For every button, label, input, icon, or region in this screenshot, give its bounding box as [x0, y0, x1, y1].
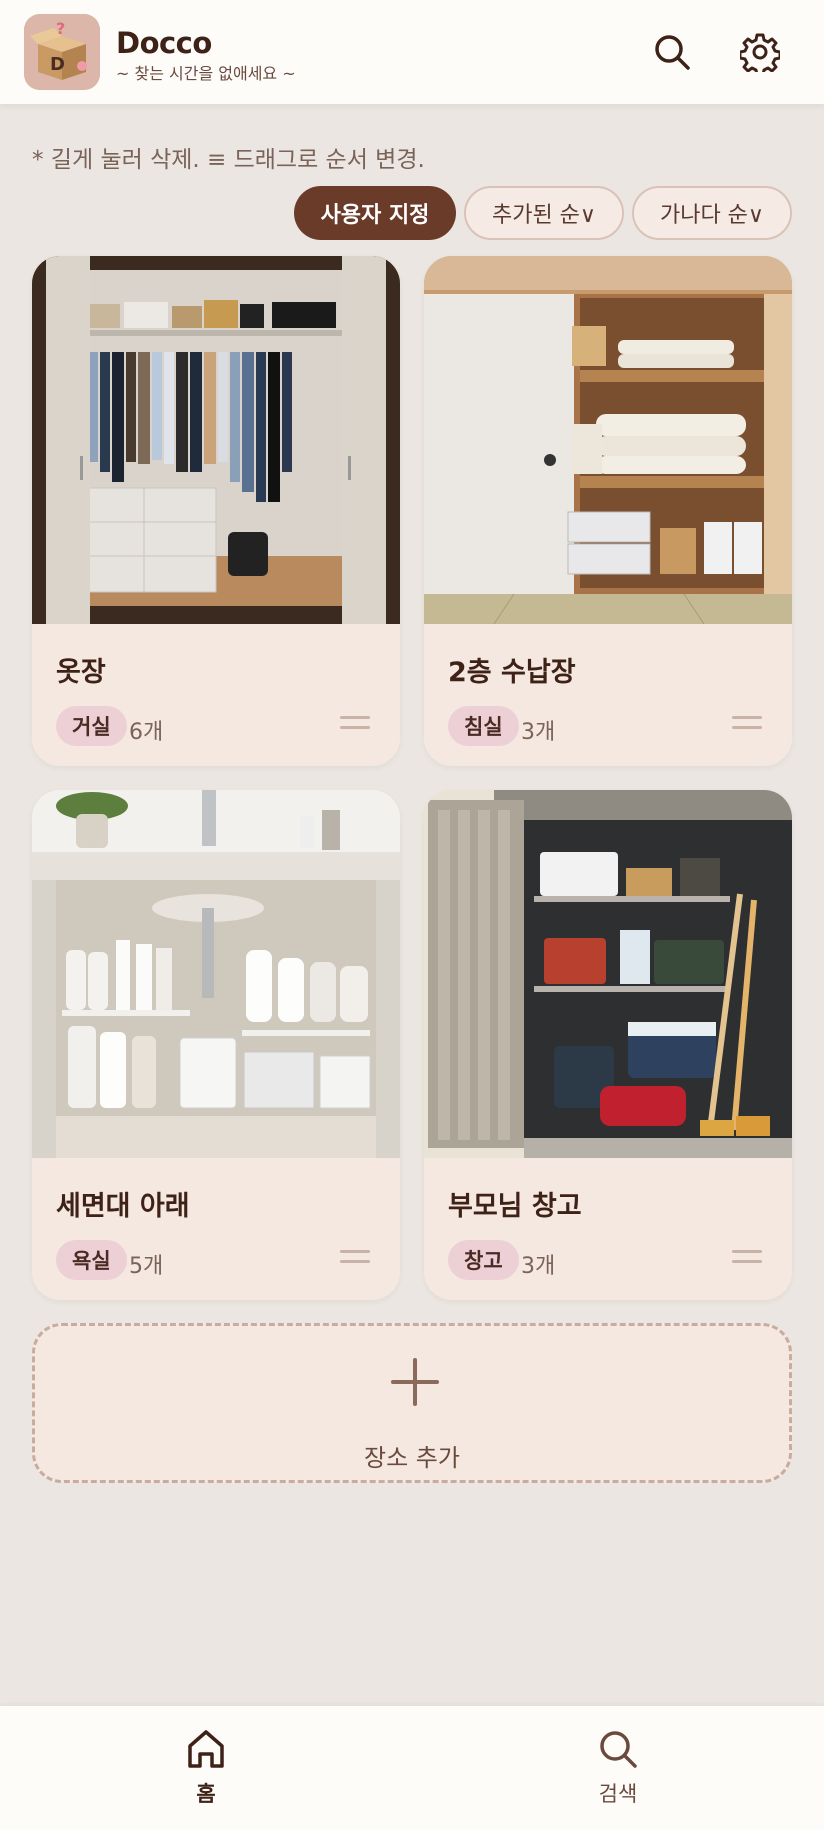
sort-alpha-chip[interactable]: 가나다 순∨: [632, 186, 792, 240]
drag-handle-icon[interactable]: [340, 1250, 370, 1268]
room-tag: 욕실: [56, 1240, 127, 1280]
sort-custom-chip[interactable]: 사용자 지정: [294, 186, 456, 240]
settings-button[interactable]: [734, 26, 786, 78]
place-card-closet[interactable]: 옷장 거실 6개: [32, 256, 400, 766]
item-count: 6개: [129, 720, 164, 745]
plus-icon: [391, 1358, 439, 1406]
home-icon: [188, 1730, 224, 1768]
drag-handle-icon[interactable]: [732, 1250, 762, 1268]
header-search-button[interactable]: [646, 26, 698, 78]
place-card-shed[interactable]: 부모님 창고 창고 3개: [424, 790, 792, 1300]
under-sink-photo: [32, 790, 400, 1158]
place-name: 옷장: [56, 657, 106, 688]
drag-handle-icon[interactable]: [732, 716, 762, 734]
place-card-cabinet[interactable]: 2층 수납장 침실 3개: [424, 256, 792, 766]
search-icon: [600, 1731, 637, 1768]
item-count: 5개: [129, 1254, 164, 1279]
nav-home[interactable]: 홈: [146, 1728, 266, 1818]
room-tag: 거실: [56, 706, 127, 746]
room-tag: 창고: [448, 1240, 519, 1280]
bottom-nav: 홈 검색: [0, 1706, 824, 1830]
app-logo: D ?: [24, 14, 100, 90]
svg-text:?: ?: [56, 19, 65, 38]
drag-handle-icon[interactable]: [340, 716, 370, 734]
add-place-button[interactable]: 장소 추가: [32, 1323, 792, 1483]
item-count: 3개: [521, 720, 556, 745]
app-header: D ? Docco ~ 찾는 시간을 없애세요 ~: [0, 0, 824, 104]
nav-search-label: 검색: [598, 1782, 638, 1806]
room-tag: 침실: [448, 706, 519, 746]
reorder-hint: * 길게 눌러 삭제. ≡ 드래그로 순서 변경.: [32, 147, 425, 173]
search-icon: [655, 35, 690, 70]
place-name: 부모님 창고: [448, 1191, 582, 1222]
item-count: 3개: [521, 1254, 556, 1279]
svg-text:D: D: [50, 54, 65, 75]
sort-added-chip[interactable]: 추가된 순∨: [464, 186, 624, 240]
closet-photo: [32, 256, 400, 624]
storage-shed-photo: [424, 790, 792, 1158]
nav-search[interactable]: 검색: [558, 1728, 678, 1818]
app-title: Docco: [116, 26, 212, 60]
place-name: 2층 수납장: [448, 657, 576, 688]
app-subtitle: ~ 찾는 시간을 없애세요 ~: [116, 64, 296, 83]
storage-cabinet-photo: [424, 256, 792, 624]
place-name: 세면대 아래: [56, 1191, 190, 1222]
gear-icon: [740, 33, 780, 72]
add-place-label: 장소 추가: [364, 1444, 460, 1472]
place-card-under-sink[interactable]: 세면대 아래 욕실 5개: [32, 790, 400, 1300]
nav-home-label: 홈: [196, 1782, 216, 1806]
